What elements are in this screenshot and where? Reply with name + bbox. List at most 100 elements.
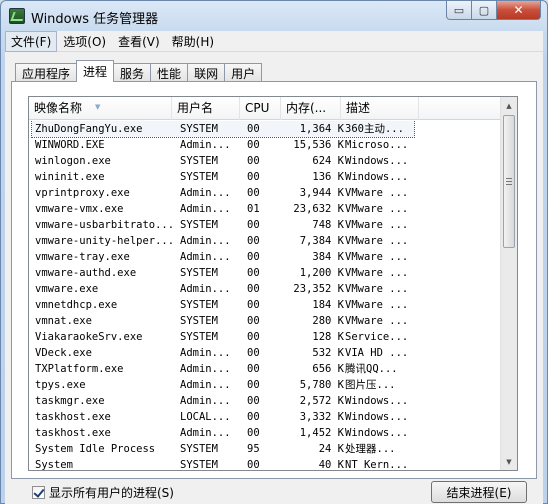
cell-memory: 7,384 K [299, 235, 344, 247]
column-image-name-label: 映像名称 [34, 101, 83, 115]
tab-processes[interactable]: 进程 [76, 60, 115, 82]
table-row[interactable]: vmware-authd.exe SYSTEM 00 1,200 K VMware ..… [29, 265, 502, 281]
scroll-down-button[interactable]: ▼ [501, 453, 517, 470]
cell-cpu: 00 [247, 459, 260, 470]
cell-image-name: VDeck.exe [35, 347, 92, 359]
table-row[interactable]: vmware-usbarbitrato... SYSTEM 00 748 K VMwar… [29, 217, 502, 233]
table-row[interactable]: taskhost.exe LOCAL... 00 3,332 K Windows... [29, 409, 502, 425]
cell-image-name: TXPlatform.exe [35, 363, 124, 375]
cell-memory: 656 K [312, 363, 344, 375]
end-process-button[interactable]: 结束进程(E) [431, 481, 527, 503]
table-row[interactable]: winlogon.exe SYSTEM 00 624 K Windows... [29, 153, 502, 169]
tab-users[interactable]: 用户 [224, 63, 263, 82]
scroll-up-button[interactable]: ▲ [501, 97, 517, 114]
row-cells: System SYSTEM 00 40 K NT Kern... [32, 457, 414, 470]
cell-description: VMware ... [345, 203, 409, 215]
cell-cpu: 00 [247, 427, 260, 439]
cell-user-name: Admin... [180, 347, 231, 359]
menu-view[interactable]: 查看(V) [112, 31, 166, 52]
row-cells: vmnetdhcp.exe SYSTEM 00 184 K VMware ... [32, 297, 414, 313]
vertical-scrollbar[interactable]: ▲ ▼ [500, 97, 517, 470]
close-button[interactable]: ✕ [497, 1, 541, 20]
cell-cpu: 00 [247, 283, 260, 295]
cell-cpu: 00 [247, 363, 260, 375]
menu-help[interactable]: 帮助(H) [166, 31, 220, 52]
table-row[interactable]: VDeck.exe Admin... 00 532 K VIA HD ... [29, 345, 502, 361]
cell-user-name: Admin... [180, 427, 231, 439]
cell-cpu: 00 [247, 187, 260, 199]
table-row[interactable]: TXPlatform.exe Admin... 00 656 K 腾讯QQ... [29, 361, 502, 377]
window-title: Windows 任务管理器 [31, 12, 159, 27]
table-row[interactable]: vmware-tray.exe Admin... 00 384 K VMware ... [29, 249, 502, 265]
cell-description: Service... [345, 331, 409, 343]
table-row[interactable]: vmware-vmx.exe Admin... 01 23,632 K VMware .… [29, 201, 502, 217]
cell-description: VMware ... [345, 251, 409, 263]
table-row[interactable]: vmware-unity-helper... Admin... 00 7,384 KV… [29, 233, 502, 249]
scroll-thumb[interactable] [503, 115, 515, 248]
cell-image-name: vmware-unity-helper... [35, 235, 175, 247]
cell-description: VMware ... [345, 187, 409, 199]
table-row[interactable]: tpys.exe Admin... 00 5,780 K 图片压... [29, 377, 502, 393]
column-user-name[interactable]: 用户名 [172, 97, 240, 120]
cell-memory: 15,536 K [293, 139, 344, 151]
column-cpu[interactable]: CPU [240, 97, 281, 120]
menu-file[interactable]: 文件(F) [5, 30, 58, 52]
column-image-name[interactable]: ▼ 映像名称 [29, 97, 172, 120]
row-cells: vmnat.exe SYSTEM 00 280 K VMware ... [32, 313, 414, 329]
tab-services[interactable]: 服务 [113, 63, 152, 82]
cell-memory: 5,780 K [299, 379, 344, 391]
table-row[interactable]: vmware.exe Admin... 00 23,352 K VMware ... [29, 281, 502, 297]
cell-user-name: SYSTEM [180, 219, 218, 231]
cell-cpu: 00 [247, 315, 260, 327]
cell-memory: 3,944 K [299, 187, 344, 199]
cell-memory: 532 K [312, 347, 344, 359]
tab-performance[interactable]: 性能 [150, 63, 189, 82]
show-all-users-checkbox[interactable]: 显示所有用户的进程(S) [32, 484, 174, 501]
checkbox-checked-icon[interactable] [32, 486, 45, 499]
bottom-bar: 显示所有用户的进程(S) 结束进程(E) [5, 479, 543, 504]
table-row[interactable]: vmnat.exe SYSTEM 00 280 K VMware ... [29, 313, 502, 329]
process-list[interactable]: ▼ 映像名称 用户名 CPU 内存(... 描述 ZhuDongFangYu.e… [28, 96, 518, 471]
table-row[interactable]: vprintproxy.exe Admin... 00 3,944 K VMware .… [29, 185, 502, 201]
cell-image-name: vmware-usbarbitrato... [35, 219, 175, 231]
row-cells: taskhost.exe LOCAL... 00 3,332 K Windows... [32, 409, 414, 425]
table-row[interactable]: ViakaraokeSrv.exe SYSTEM 00 128 K Service... [29, 329, 502, 345]
cell-user-name: SYSTEM [180, 155, 218, 167]
row-cells: vmware.exe Admin... 00 23,352 K VMware ... [32, 281, 414, 297]
table-row[interactable]: taskmgr.exe Admin... 00 2,572 K Windows... [29, 393, 502, 409]
maximize-button[interactable]: ▢ [472, 1, 497, 20]
cell-memory: 1,200 K [299, 267, 344, 279]
cell-cpu: 00 [247, 235, 260, 247]
grip-icon [506, 178, 512, 185]
menu-bar: 文件(F) 选项(O) 查看(V) 帮助(H) [5, 30, 543, 52]
column-user-name-label: 用户名 [177, 101, 214, 115]
minimize-button[interactable]: ▭ [446, 1, 472, 20]
table-row[interactable]: taskhost.exe Admin... 00 1,452 K Windows... [29, 425, 502, 441]
minimize-icon: ▭ [453, 3, 465, 17]
table-row[interactable]: System Idle Process SYSTEM 95 24 K 处理器... [29, 441, 502, 457]
cell-image-name: taskhost.exe [35, 427, 111, 439]
menu-options[interactable]: 选项(O) [57, 31, 112, 52]
cell-image-name: System [35, 459, 73, 470]
cell-description: NT Kern... [345, 459, 409, 470]
table-row[interactable]: ZhuDongFangYu.exe SYSTEM 00 1,364 K 360主动... [29, 121, 502, 138]
list-body: ZhuDongFangYu.exe SYSTEM 00 1,364 K 360主动...… [29, 121, 502, 470]
row-cells: VDeck.exe Admin... 00 532 K VIA HD ... [32, 345, 414, 361]
title-bar[interactable]: Windows 任务管理器 ▭ ▢ ✕ [1, 1, 547, 31]
table-row[interactable]: wininit.exe SYSTEM 00 136 K Windows... [29, 169, 502, 185]
tab-networking[interactable]: 联网 [187, 63, 226, 82]
column-description[interactable]: 描述 [341, 97, 419, 120]
table-row[interactable]: System SYSTEM 00 40 K NT Kern... [29, 457, 502, 470]
table-row[interactable]: WINWORD.EXE Admin... 00 15,536 K Microso... [29, 137, 502, 153]
table-row[interactable]: vmnetdhcp.exe SYSTEM 00 184 K VMware ... [29, 297, 502, 313]
cell-description: VMware ... [345, 267, 409, 279]
cell-user-name: Admin... [180, 283, 231, 295]
cell-memory: 280 K [312, 315, 344, 327]
row-cells: System Idle Process SYSTEM 95 24 K 处理器... [32, 441, 414, 457]
cell-cpu: 00 [247, 123, 260, 135]
column-memory[interactable]: 内存(... [281, 97, 341, 120]
cell-user-name: SYSTEM [180, 123, 218, 135]
cell-user-name: Admin... [180, 379, 231, 391]
tab-applications[interactable]: 应用程序 [15, 63, 78, 82]
cell-image-name: vmnat.exe [35, 315, 92, 327]
